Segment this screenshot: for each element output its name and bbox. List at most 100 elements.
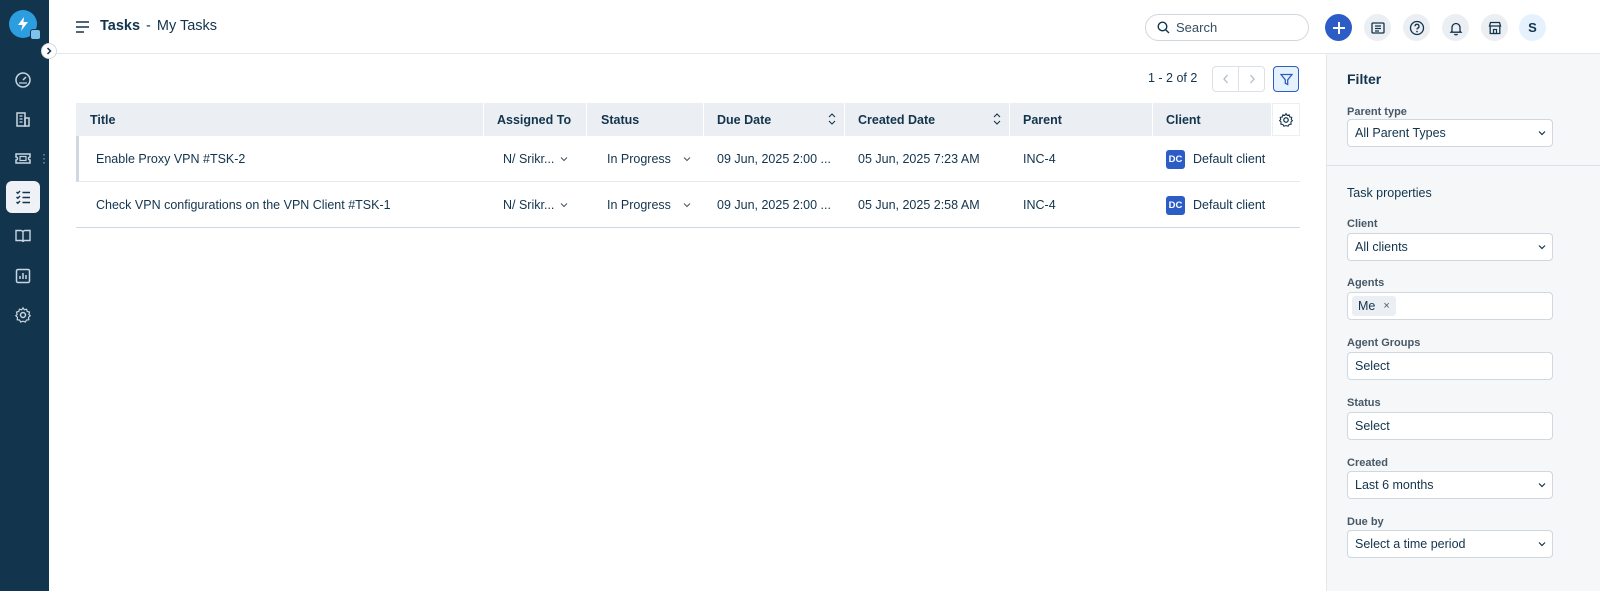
created-date: 05 Jun, 2025 2:58 AM	[858, 198, 980, 212]
more-options-icon[interactable]: · · ·	[42, 148, 46, 168]
chevron-down-icon	[683, 157, 691, 162]
search-box[interactable]	[1145, 14, 1309, 41]
task-title-link[interactable]: Enable Proxy VPN #TSK-2	[96, 136, 245, 182]
chevron-down-icon	[1538, 542, 1546, 547]
nav-companies[interactable]	[6, 103, 40, 135]
search-input[interactable]	[1176, 20, 1296, 35]
agent-chip-label: Me	[1358, 299, 1376, 313]
column-status[interactable]: Status	[587, 103, 704, 136]
search-icon	[1157, 21, 1170, 34]
created-label: Created	[1347, 457, 1388, 469]
assigned-to-dropdown[interactable]: N/ Srikr...	[503, 182, 568, 228]
new-item-button[interactable]	[1325, 14, 1352, 41]
client-select[interactable]: All clients	[1347, 233, 1553, 261]
due-by-select[interactable]: Select a time period	[1347, 530, 1553, 558]
nav-tickets[interactable]	[6, 142, 40, 174]
remove-chip-icon[interactable]: ×	[1383, 300, 1389, 312]
nav-dashboard[interactable]	[6, 64, 40, 96]
breadcrumb: Tasks - My Tasks	[100, 18, 217, 34]
filter-panel: Filter Parent type All Parent Types Task…	[1326, 54, 1600, 591]
address-card-icon	[1370, 21, 1385, 34]
ticket-icon	[15, 153, 31, 164]
task-title-link[interactable]: Check VPN configurations on the VPN Clie…	[96, 182, 391, 228]
client-label: Client	[1347, 218, 1378, 230]
column-due-date[interactable]: Due Date	[704, 103, 845, 136]
logo-badge-icon	[30, 29, 41, 40]
client-value: All clients	[1355, 240, 1408, 254]
left-nav-rail: · · ·	[0, 0, 57, 591]
tasks-table: Title Assigned To Status Due Date Create…	[76, 103, 1300, 228]
pagination-controls	[1212, 66, 1265, 92]
client-name: Default client	[1193, 198, 1266, 212]
due-by-value: Select a time period	[1355, 537, 1466, 551]
help-button[interactable]	[1403, 14, 1430, 41]
assigned-to-dropdown[interactable]: N/ Srikr...	[503, 136, 568, 182]
table-header: Title Assigned To Status Due Date Create…	[76, 103, 1300, 136]
parent-link[interactable]: INC-4	[1023, 182, 1056, 228]
table-row[interactable]: Check VPN configurations on the VPN Clie…	[76, 182, 1300, 228]
nav-settings[interactable]	[6, 299, 40, 331]
agent-chip: Me ×	[1352, 296, 1396, 316]
sort-icon[interactable]	[993, 112, 1001, 126]
client-badge: DC	[1166, 149, 1185, 169]
column-created-date[interactable]: Created Date	[845, 103, 1010, 136]
created-value: Last 6 months	[1355, 478, 1434, 492]
nav-tasks[interactable]	[6, 181, 40, 213]
due-date: 09 Jun, 2025 2:00 ...	[717, 152, 831, 166]
client-name: Default client	[1193, 152, 1266, 166]
app-logo-icon[interactable]	[9, 10, 41, 40]
bell-icon	[1449, 22, 1462, 35]
chevron-down-icon	[1538, 245, 1546, 250]
status-value: In Progress	[607, 198, 671, 212]
chevron-down-icon	[1538, 483, 1546, 488]
agents-multiselect[interactable]: Me ×	[1347, 292, 1553, 320]
table-row[interactable]: Enable Proxy VPN #TSK-2 N/ Srikr... In P…	[76, 136, 1300, 182]
assignee-value: N/ Srikr...	[503, 152, 555, 166]
chevron-right-icon	[1249, 74, 1255, 84]
status-dropdown[interactable]: In Progress	[607, 182, 691, 228]
agent-groups-value: Select	[1355, 359, 1390, 373]
created-date: 05 Jun, 2025 7:23 AM	[858, 152, 980, 166]
column-due-date-label: Due Date	[717, 112, 772, 127]
chevron-down-icon	[1538, 131, 1546, 136]
chevron-down-icon	[561, 203, 568, 208]
user-avatar[interactable]: S	[1519, 14, 1546, 41]
section-divider	[1327, 165, 1600, 166]
breadcrumb-separator: -	[146, 18, 151, 34]
previous-page-button[interactable]	[1213, 67, 1239, 91]
created-select[interactable]: Last 6 months	[1347, 471, 1553, 499]
client-badge: DC	[1166, 195, 1185, 215]
notifications-button[interactable]	[1442, 14, 1469, 41]
parent-type-select[interactable]: All Parent Types	[1347, 119, 1553, 147]
agent-groups-label: Agent Groups	[1347, 337, 1421, 349]
column-title[interactable]: Title	[76, 103, 484, 136]
nav-reports[interactable]	[6, 260, 40, 292]
parent-type-value: All Parent Types	[1355, 126, 1446, 140]
agent-groups-select[interactable]: Select	[1347, 352, 1553, 380]
due-date: 09 Jun, 2025 2:00 ...	[717, 198, 831, 212]
store-icon	[1488, 21, 1501, 34]
chevron-down-icon	[561, 157, 568, 162]
sort-icon[interactable]	[828, 112, 836, 126]
contacts-button[interactable]	[1364, 14, 1391, 41]
pagination-summary: 1 - 2 of 2	[1148, 71, 1198, 85]
next-page-button[interactable]	[1239, 67, 1264, 91]
parent-link[interactable]: INC-4	[1023, 136, 1056, 182]
help-question-icon	[1409, 20, 1424, 35]
client-cell: DC Default client	[1166, 136, 1265, 182]
toggle-filter-button[interactable]	[1273, 66, 1299, 92]
marketplace-button[interactable]	[1481, 14, 1508, 41]
column-created-date-label: Created Date	[858, 112, 936, 127]
status-dropdown[interactable]: In Progress	[607, 136, 691, 182]
nav-knowledge-base[interactable]	[6, 220, 40, 252]
column-assigned-to[interactable]: Assigned To	[484, 103, 587, 136]
status-select[interactable]: Select	[1347, 412, 1553, 440]
status-label: Status	[1347, 397, 1381, 409]
chevron-down-icon	[683, 203, 691, 208]
column-parent[interactable]: Parent	[1010, 103, 1153, 136]
tasks-main-content: 1 - 2 of 2 Title Assigned To Status Due …	[49, 54, 1326, 591]
column-settings-button[interactable]	[1272, 103, 1300, 136]
expand-sidebar-button[interactable]	[41, 43, 57, 59]
menu-icon[interactable]	[76, 20, 90, 38]
column-client[interactable]: Client	[1153, 103, 1272, 136]
